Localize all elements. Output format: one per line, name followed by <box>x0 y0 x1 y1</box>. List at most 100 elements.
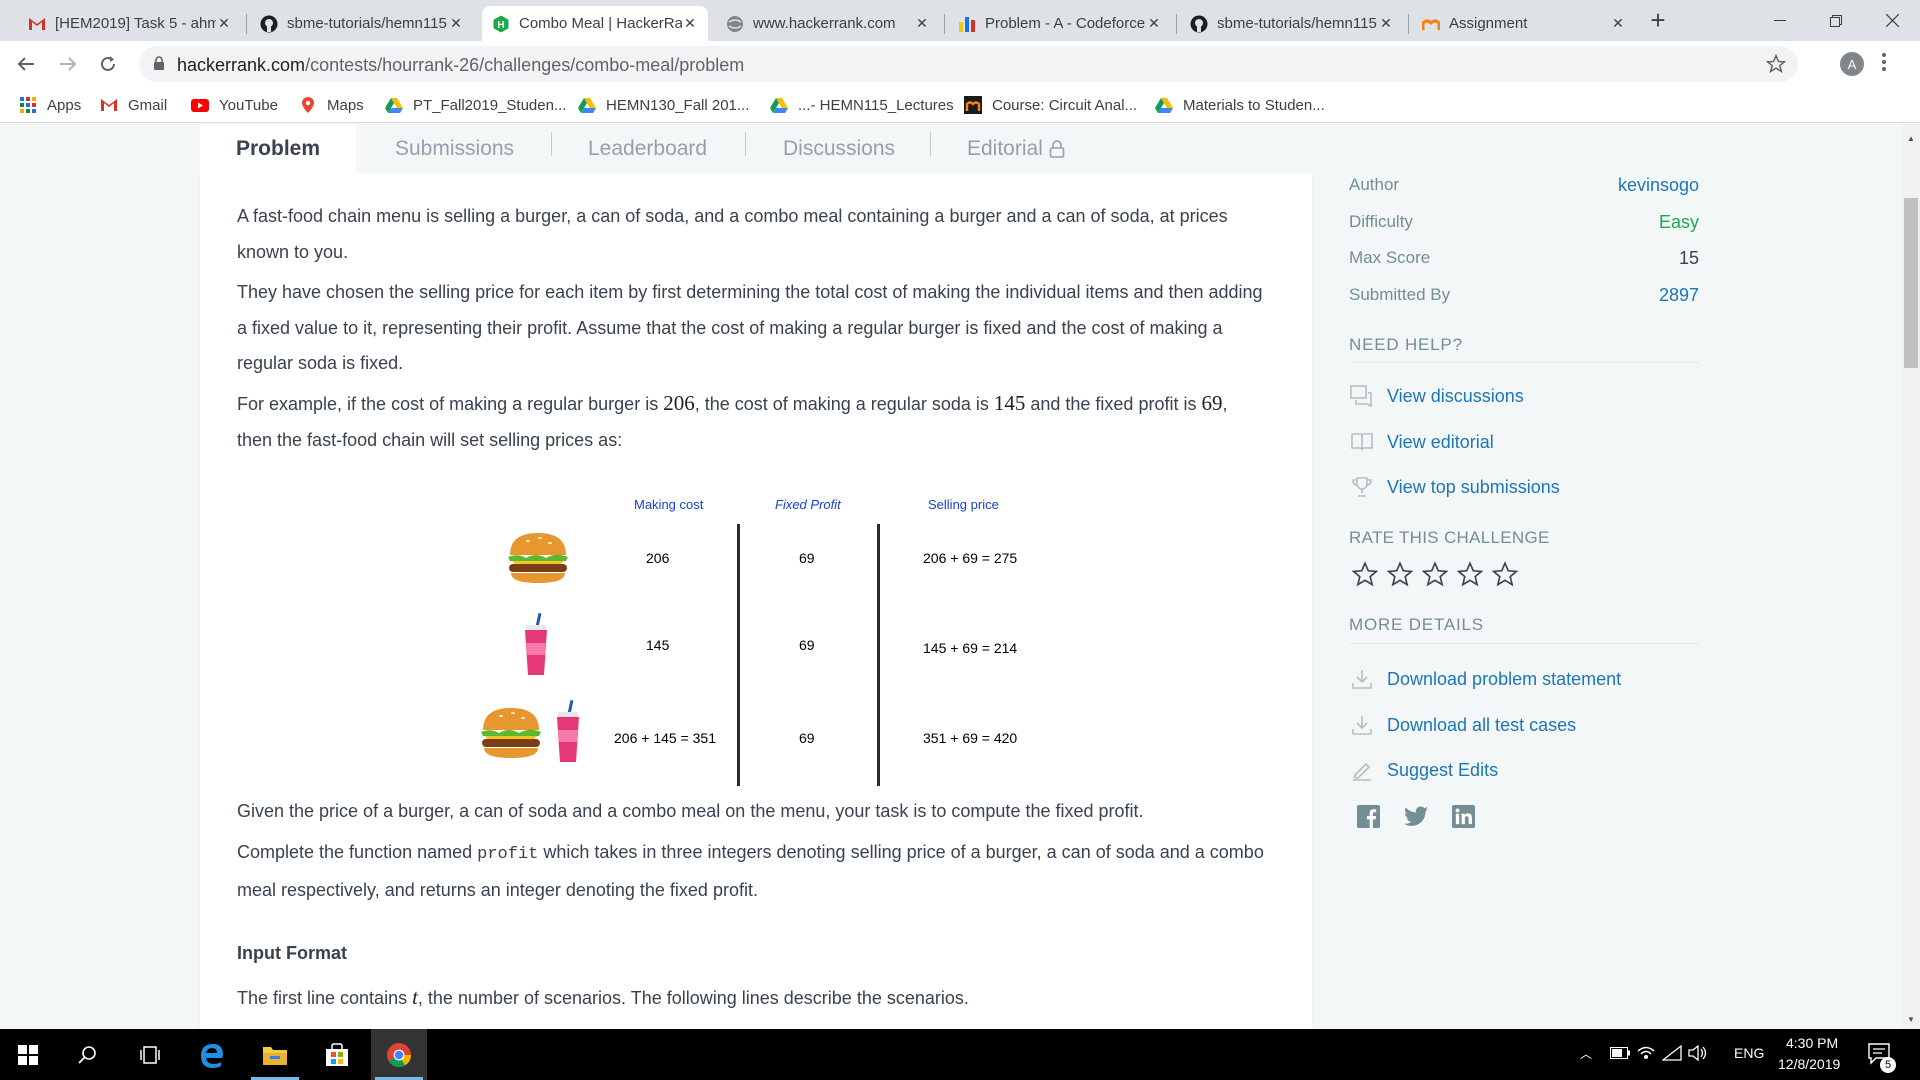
math-number: 69 <box>1201 391 1223 415</box>
bookmark-drive[interactable]: Materials to Studen... <box>1155 96 1325 114</box>
volume-icon[interactable] <box>1688 1045 1708 1061</box>
figure-selling-value: 145 + 69 = 214 <box>923 640 1018 656</box>
download-icon <box>1349 667 1375 691</box>
task-view-button[interactable] <box>122 1029 178 1080</box>
view-top-submissions-link[interactable]: View top submissions <box>1349 475 1560 499</box>
bookmark-drive[interactable]: HEMN130_Fall 201... <box>578 96 749 114</box>
drive-icon <box>770 96 788 114</box>
profile-avatar[interactable]: A <box>1840 52 1864 76</box>
bookmark-drive[interactable]: PT_Fall2019_Studen... <box>385 96 566 114</box>
bookmark-gmail[interactable]: Gmail <box>100 96 167 114</box>
network-icon[interactable] <box>1636 1045 1656 1061</box>
menu-kebab-icon[interactable] <box>1882 53 1886 71</box>
bookmark-youtube[interactable]: YouTube <box>191 96 278 114</box>
start-button[interactable] <box>0 1029 56 1080</box>
chrome-icon <box>386 1042 412 1068</box>
wifi-icon[interactable] <box>1662 1045 1682 1061</box>
bookmark-moodle[interactable]: Course: Circuit Anal... <box>964 96 1137 114</box>
close-icon[interactable]: ✕ <box>1610 15 1626 32</box>
tab-leaderboard[interactable]: Leaderboard <box>588 124 707 173</box>
text-span: Complete the function named <box>237 842 478 862</box>
bookmark-apps[interactable]: Apps <box>19 96 81 114</box>
star-icon[interactable] <box>1422 561 1448 587</box>
taskbar-edge[interactable] <box>184 1029 240 1080</box>
link-text: View discussions <box>1387 385 1524 406</box>
reload-button[interactable] <box>93 49 123 79</box>
drive-icon <box>385 96 403 114</box>
tab-submissions[interactable]: Submissions <box>395 124 514 173</box>
minimize-button[interactable] <box>1752 0 1808 41</box>
suggest-edits-link[interactable]: Suggest Edits <box>1349 758 1498 782</box>
inline-code: profit <box>477 845 539 864</box>
clock-time[interactable]: 4:30 PM <box>1786 1035 1838 1051</box>
scroll-up-arrow-icon[interactable]: ▲ <box>1907 134 1915 143</box>
close-icon[interactable]: ✕ <box>914 15 930 32</box>
author-label: Author <box>1349 175 1400 194</box>
close-icon[interactable]: ✕ <box>682 15 698 32</box>
moodle-icon <box>964 96 982 114</box>
close-icon[interactable]: ✕ <box>1378 15 1394 32</box>
view-discussions-link[interactable]: View discussions <box>1349 384 1524 408</box>
browser-tab[interactable]: Assignment ✕ <box>1412 6 1636 41</box>
browser-tab[interactable]: www.hackerrank.com ✕ <box>716 6 940 41</box>
facebook-icon[interactable] <box>1357 805 1380 828</box>
tab-title: www.hackerrank.com <box>753 15 896 32</box>
bookmark-drive[interactable]: ...- HEMN115_Lectures <box>770 96 954 114</box>
battery-icon[interactable] <box>1610 1047 1630 1059</box>
download-statement-link[interactable]: Download problem statement <box>1349 667 1621 691</box>
new-tab-button[interactable]: + <box>1638 0 1678 41</box>
submitted-by-link[interactable]: 2897 <box>1659 285 1699 306</box>
maps-icon <box>299 96 317 114</box>
statement-paragraph: Complete the function named profit which… <box>237 835 1267 908</box>
svg-text:H: H <box>497 20 504 31</box>
twitter-icon[interactable] <box>1404 806 1428 827</box>
taskbar-file-explorer[interactable] <box>247 1029 303 1080</box>
page-scrollbar[interactable]: ▲ ▼ <box>1902 124 1920 1029</box>
bookmark-label: Maps <box>327 96 364 114</box>
close-icon[interactable]: ✕ <box>216 15 232 32</box>
taskbar-chrome[interactable] <box>371 1029 427 1080</box>
star-icon[interactable] <box>1352 561 1378 587</box>
bookmark-maps[interactable]: Maps <box>299 96 364 114</box>
github-icon <box>1190 15 1208 33</box>
chevron-up-icon[interactable]: ︿ <box>1580 1045 1592 1062</box>
difficulty-value: Easy <box>1658 212 1699 232</box>
difficulty-label: Difficulty <box>1349 212 1413 231</box>
browser-tab[interactable]: [HEM2019] Task 5 - ahmed ✕ <box>18 6 242 41</box>
close-icon[interactable]: ✕ <box>448 15 464 32</box>
view-editorial-link[interactable]: View editorial <box>1349 430 1494 454</box>
taskbar-store[interactable] <box>309 1029 365 1080</box>
tab-problem[interactable]: Problem <box>200 124 357 173</box>
browser-tab-active[interactable]: H Combo Meal | HackerRank ✕ <box>482 6 708 41</box>
close-window-button[interactable] <box>1864 0 1920 41</box>
star-icon[interactable] <box>1457 561 1483 587</box>
author-link[interactable]: kevinsogo <box>1618 175 1699 196</box>
bookmark-star-icon[interactable] <box>1766 54 1786 74</box>
download-tests-link[interactable]: Download all test cases <box>1349 713 1576 737</box>
forward-button[interactable] <box>53 49 83 79</box>
scroll-down-arrow-icon[interactable]: ▼ <box>1907 1015 1915 1024</box>
lock-icon <box>1049 139 1065 158</box>
restore-button[interactable] <box>1808 0 1864 41</box>
github-icon <box>260 15 278 33</box>
address-bar[interactable]: hackerrank.com/contests/hourrank-26/chal… <box>139 46 1798 82</box>
hackerrank-icon: H <box>492 15 510 33</box>
linkedin-icon[interactable] <box>1452 805 1475 828</box>
browser-tab-strip: [HEM2019] Task 5 - ahmed ✕ sbme-tutorial… <box>0 0 1920 41</box>
scrollbar-thumb[interactable] <box>1904 198 1918 368</box>
search-button[interactable] <box>60 1029 116 1080</box>
tab-discussions[interactable]: Discussions <box>783 124 895 173</box>
browser-tab[interactable]: sbme-tutorials/hemn115 ✕ <box>1180 6 1404 41</box>
star-icon[interactable] <box>1492 561 1518 587</box>
back-button[interactable] <box>11 49 41 79</box>
close-icon[interactable]: ✕ <box>1146 15 1162 32</box>
figure-selling-value: 206 + 69 = 275 <box>923 550 1018 566</box>
math-number: 206 <box>663 391 695 415</box>
star-icon[interactable] <box>1387 561 1413 587</box>
tab-editorial[interactable]: Editorial <box>967 124 1065 173</box>
browser-tab[interactable]: sbme-tutorials/hemn115 ✕ <box>250 6 474 41</box>
browser-tab[interactable]: Problem - A - Codeforces ✕ <box>948 6 1172 41</box>
figure-selling-value: 351 + 69 = 420 <box>923 730 1018 746</box>
clock-date[interactable]: 12/8/2019 <box>1778 1056 1840 1072</box>
language-indicator[interactable]: ENG <box>1734 1045 1764 1061</box>
